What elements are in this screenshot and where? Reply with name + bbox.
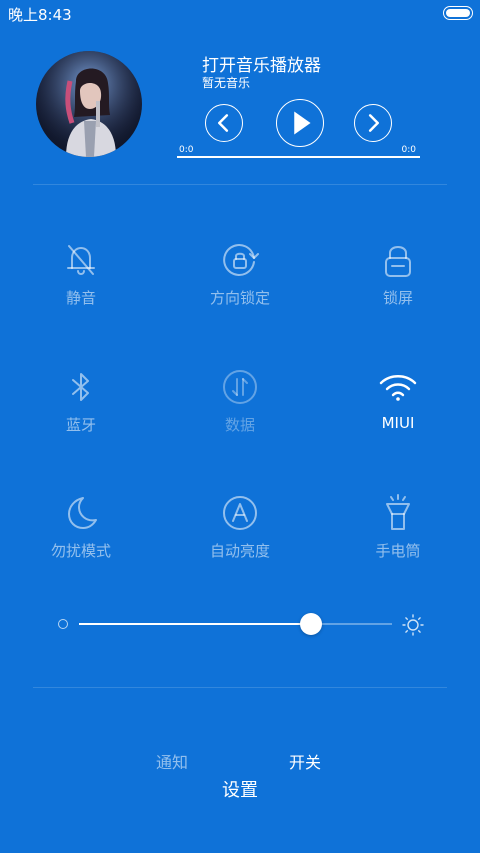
brightness-slider[interactable] bbox=[79, 613, 392, 635]
lock-icon bbox=[385, 246, 411, 277]
brightness-low-icon bbox=[58, 619, 68, 629]
status-time: 晚上8:43 bbox=[8, 6, 72, 24]
toggle-label: 蓝牙 bbox=[65, 416, 96, 434]
battery-icon bbox=[443, 6, 473, 20]
toggle-label: MIUI bbox=[381, 414, 415, 432]
settings-button[interactable]: 设置 bbox=[0, 776, 480, 802]
music-progress-bar[interactable] bbox=[177, 156, 420, 158]
brightness-slider-knob[interactable] bbox=[299, 613, 322, 635]
album-art[interactable] bbox=[36, 51, 142, 157]
data-icon bbox=[223, 370, 257, 404]
toggle-rotation-lock[interactable]: 方向锁定 bbox=[160, 240, 320, 308]
toggle-data[interactable]: 数据 bbox=[160, 367, 320, 435]
toggle-label: 数据 bbox=[224, 416, 255, 434]
play-icon bbox=[294, 111, 311, 135]
wifi-icon bbox=[379, 375, 417, 401]
tab-notifications[interactable]: 通知 bbox=[156, 749, 188, 773]
status-bar: 晚上8:43 bbox=[0, 0, 480, 26]
toggle-auto-brightness[interactable]: 自动亮度 bbox=[160, 493, 320, 561]
toggle-label: 勿扰模式 bbox=[50, 542, 111, 560]
bell-off-icon bbox=[67, 245, 95, 275]
toggle-bluetooth[interactable]: 蓝牙 bbox=[1, 367, 161, 435]
music-title[interactable]: 打开音乐播放器 bbox=[202, 51, 321, 76]
brightness-slider-fill bbox=[79, 623, 311, 625]
tab-toggles[interactable]: 开关 bbox=[289, 749, 321, 773]
flashlight-icon bbox=[386, 494, 410, 530]
music-subtitle: 暂无音乐 bbox=[202, 76, 251, 90]
toggle-mute[interactable]: 静音 bbox=[1, 240, 161, 308]
toggle-do-not-disturb[interactable]: 勿扰模式 bbox=[1, 493, 161, 561]
brightness-high-icon bbox=[402, 614, 424, 636]
toggle-lock-screen[interactable]: 锁屏 bbox=[318, 240, 478, 308]
divider bbox=[33, 184, 447, 185]
rotation-lock-icon bbox=[223, 244, 259, 276]
toggle-flashlight[interactable]: 手电筒 bbox=[318, 493, 478, 561]
toggle-label: 锁屏 bbox=[382, 289, 413, 307]
next-button[interactable] bbox=[354, 104, 392, 142]
time-end: 0:0 bbox=[401, 145, 416, 155]
bluetooth-icon bbox=[72, 373, 89, 401]
play-button[interactable] bbox=[276, 99, 324, 147]
previous-button[interactable] bbox=[205, 104, 243, 142]
time-start: 0:0 bbox=[179, 145, 194, 155]
auto-brightness-icon bbox=[223, 496, 257, 530]
toggle-wifi[interactable]: MIUI bbox=[318, 367, 478, 432]
divider bbox=[33, 687, 447, 688]
toggle-label: 静音 bbox=[65, 289, 96, 307]
next-icon bbox=[368, 114, 379, 132]
previous-icon bbox=[218, 114, 229, 132]
toggle-label: 自动亮度 bbox=[209, 542, 270, 560]
moon-icon bbox=[68, 497, 97, 529]
toggle-label: 方向锁定 bbox=[209, 289, 270, 307]
toggle-label: 手电筒 bbox=[375, 542, 421, 560]
